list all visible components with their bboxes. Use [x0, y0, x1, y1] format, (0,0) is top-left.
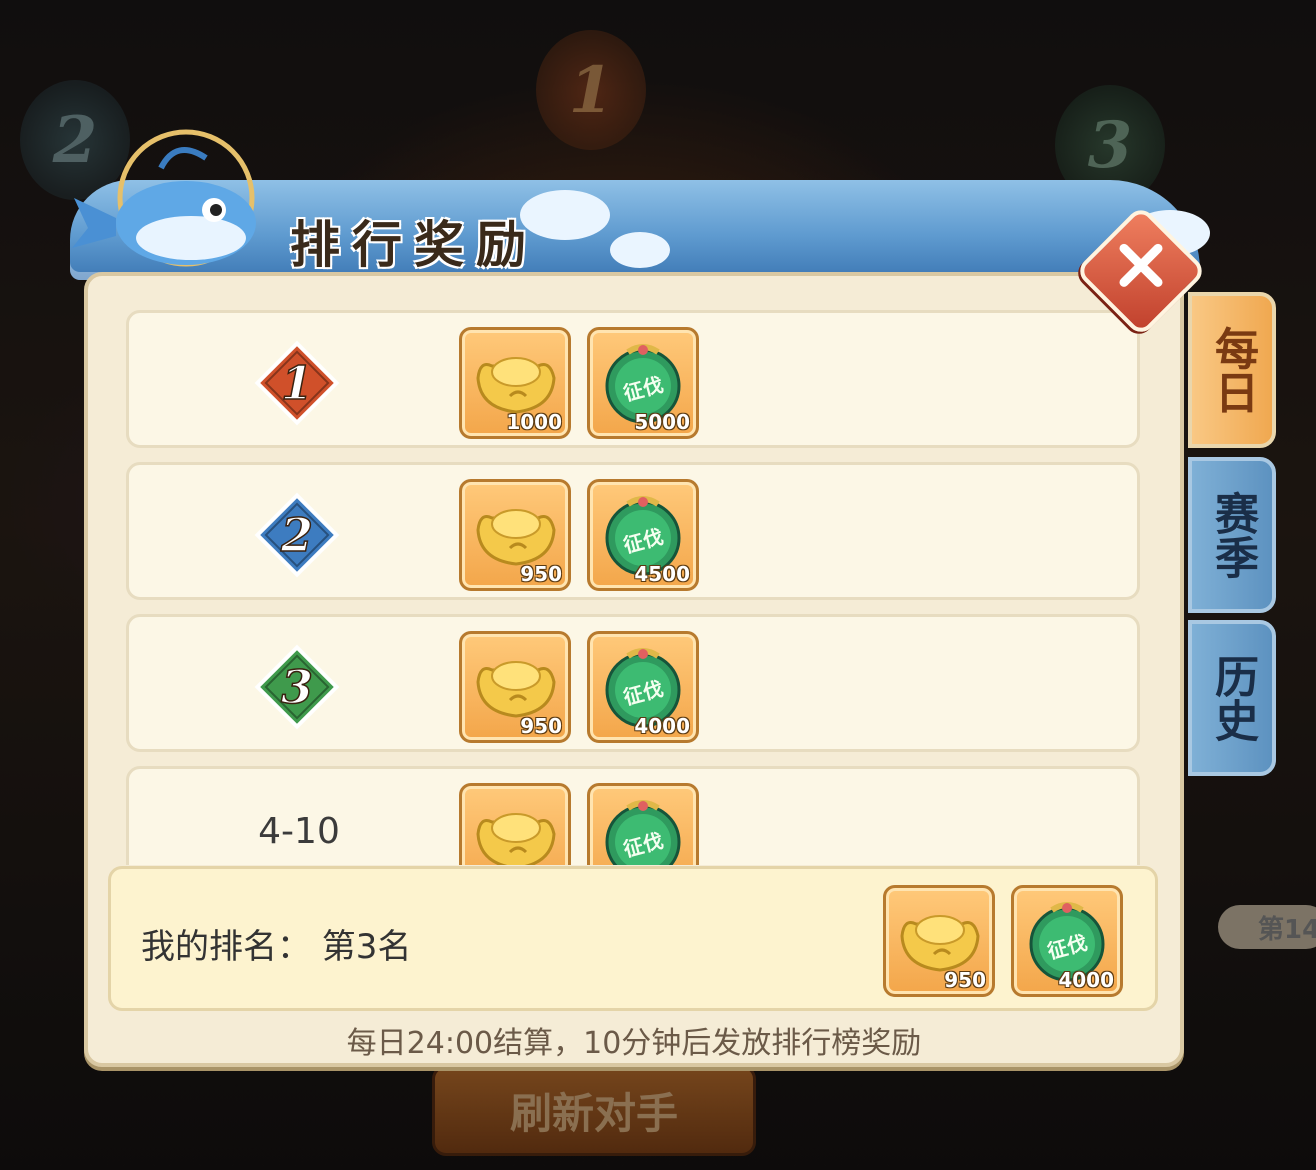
reward-item[interactable]: 征伐 4000: [587, 631, 699, 743]
reward-item[interactable]: 950: [883, 885, 995, 997]
reward-row: 3 950 征伐 4000: [126, 614, 1140, 752]
reward-item[interactable]: 1000: [459, 327, 571, 439]
tab-history-label: 历史: [1207, 654, 1258, 742]
item-count: 1000: [506, 410, 562, 434]
refresh-opponent-button: 刷新对手: [432, 1065, 756, 1156]
bg-rank1-medal: 1: [536, 30, 646, 150]
reward-item[interactable]: [459, 783, 571, 865]
reward-item[interactable]: 征伐 5000: [587, 327, 699, 439]
reward-row: 2 950 征伐 4500: [126, 462, 1140, 600]
item-count: 5000: [634, 410, 690, 434]
item-count: 4500: [634, 562, 690, 586]
reward-item[interactable]: 征伐 4500: [587, 479, 699, 591]
reward-item[interactable]: 950: [459, 631, 571, 743]
tab-history[interactable]: 历史: [1188, 620, 1276, 776]
bg-rank-badge: 第14: [1218, 905, 1316, 949]
svg-text:3: 3: [281, 660, 313, 714]
reward-row: 4-10 征伐: [126, 766, 1140, 865]
my-rank-label: 我的排名： 第3名: [141, 927, 412, 967]
item-count: 950: [520, 562, 562, 586]
rank-1-badge-icon: 1: [249, 335, 345, 431]
whale-mascot-icon: [72, 129, 256, 267]
close-icon: [1119, 243, 1163, 287]
reward-row: 1 1000 征伐 5000: [126, 310, 1140, 448]
svg-text:1: 1: [281, 356, 313, 410]
rank-3-badge-icon: 3: [249, 639, 345, 735]
item-count: 950: [520, 714, 562, 738]
rank-range-label: 4-10: [258, 811, 340, 852]
wave-decoration: [610, 232, 670, 268]
reward-item[interactable]: 950: [459, 479, 571, 591]
item-count: 4000: [1058, 968, 1114, 992]
settlement-note: 每日24:00结算，10分钟后发放排行榜奖励: [346, 1026, 922, 1061]
tab-daily-label: 每日: [1207, 326, 1258, 414]
tab-season[interactable]: 赛季: [1188, 457, 1276, 613]
tab-daily[interactable]: 每日: [1188, 292, 1276, 448]
page-title: 排行奖励: [290, 215, 538, 274]
item-count: 4000: [634, 714, 690, 738]
reward-item[interactable]: 征伐 4000: [1011, 885, 1123, 997]
item-count: 950: [944, 968, 986, 992]
tab-season-label: 赛季: [1207, 491, 1258, 579]
rank-2-badge-icon: 2: [249, 487, 345, 583]
reward-list[interactable]: 1 1000 征伐 5000 2 950 征伐 4500 3 950 征伐 4000 4-10 征伐: [126, 310, 1142, 865]
svg-text:2: 2: [280, 508, 313, 562]
my-rank-bar: 我的排名： 第3名 950 征伐 4000: [108, 866, 1158, 1011]
reward-item[interactable]: 征伐: [587, 783, 699, 865]
